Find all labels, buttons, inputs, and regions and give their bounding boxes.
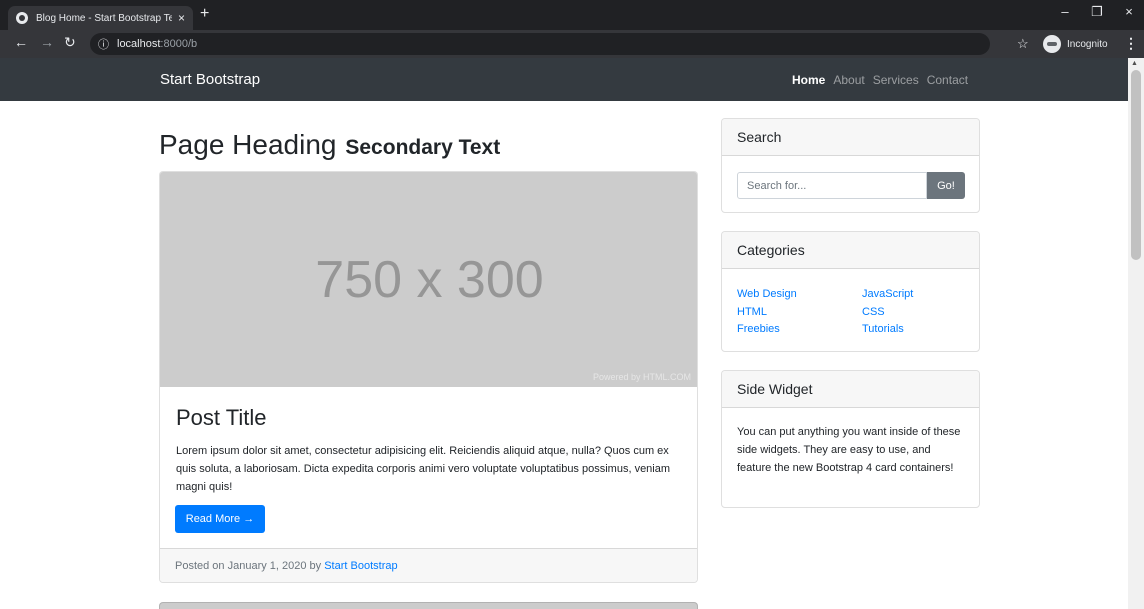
- search-widget: Search Search for... Go!: [721, 118, 980, 213]
- category-link-html[interactable]: HTML: [737, 304, 862, 322]
- window-controls: – ❐ ×: [1054, 4, 1140, 20]
- scroll-up-icon[interactable]: ▲: [1131, 60, 1138, 67]
- incognito-label: Incognito: [1067, 38, 1108, 50]
- category-link-freebies[interactable]: Freebies: [737, 321, 862, 339]
- reload-icon[interactable]: ↻: [64, 34, 76, 51]
- page-title: Page Heading Secondary Text: [159, 125, 500, 162]
- url-text: localhost:8000/b: [117, 38, 198, 50]
- author-link[interactable]: Start Bootstrap: [324, 560, 397, 572]
- scrollbar-thumb[interactable]: [1131, 70, 1141, 260]
- browser-menu-icon[interactable]: ⋮: [1124, 35, 1138, 52]
- categories-list: Web Design JavaScript HTML CSS Freebies …: [737, 286, 979, 339]
- incognito-icon: [1043, 35, 1061, 53]
- read-more-button[interactable]: Read More →: [175, 505, 265, 533]
- image-credit: Powered by HTML.COM: [592, 372, 691, 382]
- close-window-button[interactable]: ×: [1118, 4, 1140, 20]
- nav-link-services[interactable]: Services: [873, 73, 919, 87]
- category-link-web-design[interactable]: Web Design: [737, 286, 862, 304]
- categories-widget-title: Categories: [722, 232, 979, 269]
- tab-title: Blog Home - Start Bootstrap Tem: [36, 12, 172, 24]
- post-image-placeholder: 750 x 300 Powered by HTML.COM: [160, 172, 697, 387]
- new-tab-button[interactable]: +: [200, 5, 209, 23]
- browser-toolbar: ← → ↻ ⓘ localhost:8000/b ☆ Incognito ⋮: [0, 30, 1144, 58]
- page-heading: Page Heading: [159, 129, 337, 160]
- restore-button[interactable]: ❐: [1086, 4, 1108, 20]
- browser-tab[interactable]: Blog Home - Start Bootstrap Tem ×: [8, 6, 193, 30]
- next-post-card: [159, 602, 698, 609]
- favicon-icon: [16, 12, 28, 24]
- search-group: Search for... Go!: [737, 172, 965, 199]
- search-widget-title: Search: [722, 119, 979, 156]
- category-link-css[interactable]: CSS: [862, 304, 979, 322]
- back-icon[interactable]: ←: [14, 34, 28, 50]
- navbar-brand[interactable]: Start Bootstrap: [160, 71, 260, 88]
- nav-link-about[interactable]: About: [833, 73, 864, 87]
- post-meta: Posted on January 1, 2020 by: [175, 560, 325, 572]
- nav-link-home[interactable]: Home: [792, 73, 825, 87]
- page-subheading: Secondary Text: [345, 136, 501, 159]
- address-bar[interactable]: ⓘ localhost:8000/b: [90, 33, 990, 55]
- side-widget-text: You can put anything you want inside of …: [737, 426, 961, 474]
- blog-post-card: 750 x 300 Powered by HTML.COM Post Title…: [159, 171, 698, 583]
- category-link-tutorials[interactable]: Tutorials: [862, 321, 979, 339]
- nav-links: Home About Services Contact: [792, 73, 968, 87]
- categories-widget: Categories Web Design JavaScript HTML CS…: [721, 231, 980, 352]
- post-excerpt: Lorem ipsum dolor sit amet, consectetur …: [176, 445, 671, 493]
- browser-tab-bar: Blog Home - Start Bootstrap Tem × + – ❐ …: [0, 0, 1144, 30]
- minimize-button[interactable]: –: [1054, 4, 1076, 20]
- search-go-button[interactable]: Go!: [927, 172, 965, 199]
- side-widget: Side Widget You can put anything you wan…: [721, 370, 980, 508]
- tab-close-icon[interactable]: ×: [178, 11, 185, 25]
- nav-link-contact[interactable]: Contact: [927, 73, 968, 87]
- incognito-indicator[interactable]: Incognito: [1043, 35, 1108, 53]
- post-footer: Posted on January 1, 2020 by Start Boots…: [160, 548, 697, 582]
- post-title: Post Title: [176, 405, 267, 430]
- image-dimensions-label: 750 x 300: [315, 251, 544, 309]
- category-link-javascript[interactable]: JavaScript: [862, 286, 979, 304]
- side-widget-title: Side Widget: [722, 371, 979, 408]
- search-input[interactable]: Search for...: [737, 172, 927, 199]
- bookmark-star-icon[interactable]: ☆: [1017, 36, 1029, 52]
- info-icon[interactable]: ⓘ: [98, 36, 109, 52]
- forward-icon[interactable]: →: [40, 34, 54, 50]
- site-navbar: Start Bootstrap Home About Services Cont…: [0, 58, 1128, 101]
